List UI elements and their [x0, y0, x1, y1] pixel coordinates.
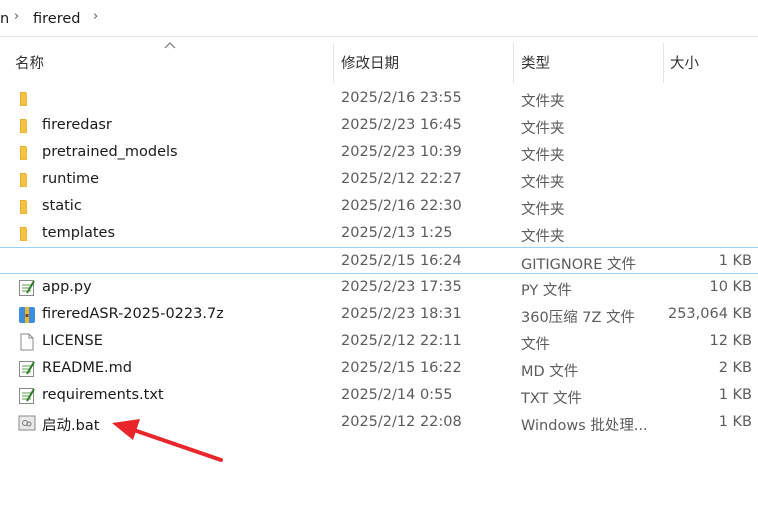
file-type: MD 文件 [521, 364, 579, 380]
file-modified-date: 2025/2/23 18:31 [341, 306, 462, 322]
address-bar[interactable]: n › firered › [0, 0, 758, 37]
file-type: GITIGNORE 文件 [521, 257, 636, 273]
file-row[interactable]: 2025/2/15 16:24 GITIGNORE 文件 1 KB [0, 247, 758, 274]
file-name: templates [42, 225, 116, 241]
file-name: requirements.txt [42, 387, 164, 403]
file-size: 1 KB [718, 414, 752, 430]
file-name: fireredASR-2025-0223.7z [42, 306, 224, 322]
file-row[interactable]: 2025/2/16 23:55 文件夹 [0, 85, 758, 112]
column-name[interactable]: 名称 [15, 52, 44, 73]
folder-icon [17, 224, 37, 244]
file-name: fireredasr [42, 117, 112, 133]
file-type: 文件夹 [521, 175, 565, 191]
breadcrumb-current-folder[interactable]: firered [33, 11, 80, 27]
file-type: 文件 [521, 337, 550, 353]
breadcrumb-separator-icon[interactable]: › [93, 9, 98, 24]
file-size: 1 KB [718, 387, 752, 403]
column-divider[interactable] [663, 43, 664, 83]
file-type: 文件夹 [521, 202, 565, 218]
column-divider[interactable] [333, 43, 334, 83]
file-name: app.py [42, 279, 92, 295]
file-modified-date: 2025/2/15 16:22 [341, 360, 462, 376]
file-name: runtime [42, 171, 100, 187]
folder-icon [17, 197, 37, 217]
file-modified-date: 2025/2/15 16:24 [341, 253, 462, 269]
column-date[interactable]: 修改日期 [341, 52, 399, 73]
breadcrumb-parent[interactable]: n [0, 11, 9, 27]
file-size: 12 KB [709, 333, 752, 349]
file-name: README.md [42, 360, 132, 376]
file-modified-date: 2025/2/13 1:25 [341, 225, 453, 241]
column-divider[interactable] [513, 43, 514, 83]
file-type: 文件夹 [521, 148, 565, 164]
file-modified-date: 2025/2/12 22:27 [341, 171, 462, 187]
column-header: 名称 修改日期 类型 大小 [0, 37, 758, 83]
file-size: 10 KB [709, 279, 752, 295]
file-row[interactable]: fireredasr 2025/2/23 16:45 文件夹 [0, 112, 758, 139]
file-modified-date: 2025/2/12 22:11 [341, 333, 462, 349]
file-size: 2 KB [718, 360, 752, 376]
file-modified-date: 2025/2/23 16:45 [341, 117, 462, 133]
file-name: 启动.bat [42, 418, 100, 434]
file-modified-date: 2025/2/23 10:39 [341, 144, 462, 160]
file-modified-date: 2025/2/14 0:55 [341, 387, 453, 403]
file-row[interactable]: templates 2025/2/13 1:25 文件夹 [0, 220, 758, 247]
text-file-icon [17, 359, 37, 379]
no-icon [17, 252, 37, 272]
folder-icon [17, 170, 37, 190]
file-size: 253,064 KB [667, 306, 752, 322]
file-type: 文件夹 [521, 229, 565, 245]
column-size[interactable]: 大小 [670, 52, 699, 73]
file-row[interactable]: pretrained_models 2025/2/23 10:39 文件夹 [0, 139, 758, 166]
text-file-icon [17, 386, 37, 406]
file-name: static [42, 198, 82, 214]
file-type: 文件夹 [521, 121, 565, 137]
folder-icon [17, 116, 37, 136]
file-row[interactable]: LICENSE 2025/2/12 22:11 文件 12 KB [0, 328, 758, 355]
file-modified-date: 2025/2/16 23:55 [341, 90, 462, 106]
file-modified-date: 2025/2/16 22:30 [341, 198, 462, 214]
file-row[interactable]: README.md 2025/2/15 16:22 MD 文件 2 KB [0, 355, 758, 382]
sort-ascending-icon [164, 42, 176, 49]
file-modified-date: 2025/2/12 22:08 [341, 414, 462, 430]
file-row[interactable]: requirements.txt 2025/2/14 0:55 TXT 文件 1… [0, 382, 758, 409]
file-modified-date: 2025/2/23 17:35 [341, 279, 462, 295]
file-type: 360压缩 7Z 文件 [521, 310, 636, 326]
file-row[interactable]: 启动.bat 2025/2/12 22:08 Windows 批处理... 1 … [0, 409, 758, 436]
text-file-icon [17, 278, 37, 298]
file-type: 文件夹 [521, 94, 565, 110]
batch-file-icon [17, 413, 37, 433]
file-size: 1 KB [718, 253, 752, 269]
folder-icon [17, 143, 37, 163]
file-type: TXT 文件 [521, 391, 583, 407]
file-name: LICENSE [42, 333, 103, 349]
file-row[interactable]: app.py 2025/2/23 17:35 PY 文件 10 KB [0, 274, 758, 301]
folder-icon [17, 89, 37, 109]
blank-file-icon [17, 332, 37, 352]
breadcrumb-separator-icon[interactable]: › [14, 9, 19, 24]
file-row[interactable]: static 2025/2/16 22:30 文件夹 [0, 193, 758, 220]
file-row[interactable]: fireredASR-2025-0223.7z 2025/2/23 18:31 … [0, 301, 758, 328]
file-row[interactable]: runtime 2025/2/12 22:27 文件夹 [0, 166, 758, 193]
file-name: pretrained_models [42, 144, 178, 160]
file-type: Windows 批处理... [521, 418, 648, 434]
column-type[interactable]: 类型 [521, 52, 550, 73]
archive-icon [17, 305, 37, 325]
file-type: PY 文件 [521, 283, 572, 299]
